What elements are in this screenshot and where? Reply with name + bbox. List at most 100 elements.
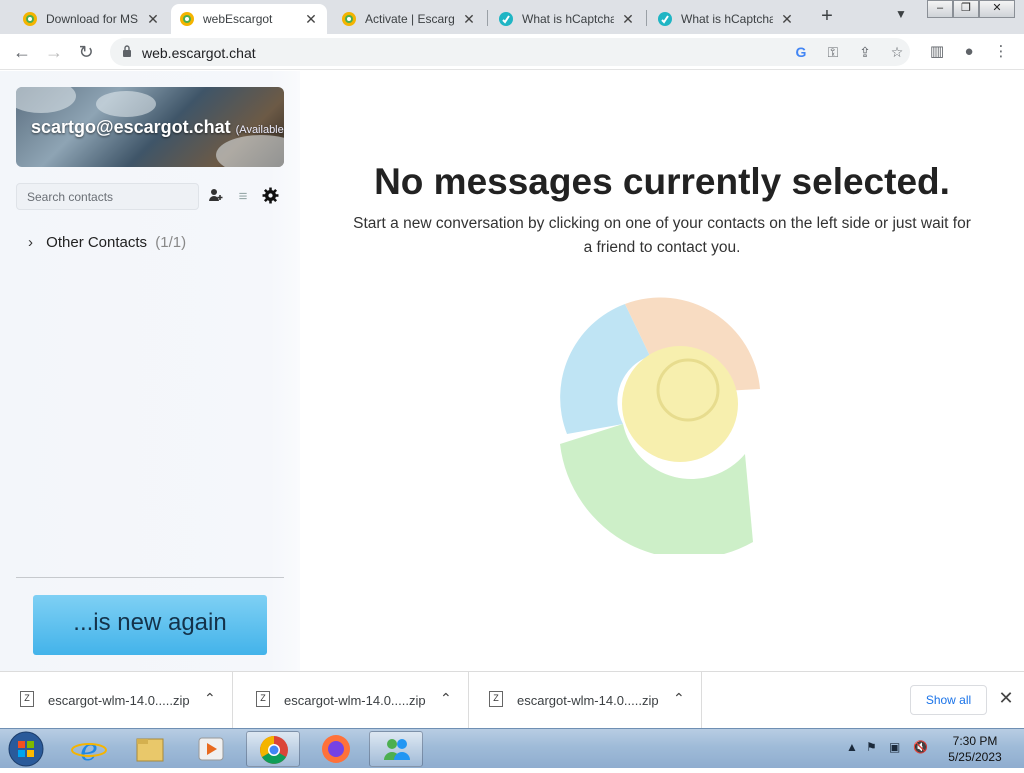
media-player-icon [198, 737, 224, 761]
promo-banner[interactable]: ...is new again [33, 595, 267, 655]
taskbar-messenger[interactable] [369, 731, 423, 767]
action-center-flag-icon[interactable]: ⚑ [866, 740, 877, 754]
tab-activate-escargot[interactable]: Activate | Escargot ✕ [333, 4, 485, 34]
tab-title: Download for MSN [46, 12, 139, 26]
close-icon[interactable]: ✕ [145, 11, 161, 28]
share-icon[interactable]: ⇪ [856, 43, 874, 61]
url-text: web.escargot.chat [142, 45, 256, 61]
download-filename: escargot-wlm-14.0.....zip [517, 693, 659, 708]
logo-segment-yellow [622, 346, 738, 462]
chevron-right-icon: › [28, 234, 33, 251]
chevron-up-icon[interactable]: ⌃ [204, 690, 216, 707]
start-button-icon[interactable] [6, 730, 46, 768]
profile-email: scartgo@escargot.chat (Available) [31, 117, 284, 138]
zip-file-icon: Z [489, 691, 503, 707]
contacts-search-row: ≡ [16, 183, 284, 211]
zip-file-icon: Z [20, 691, 34, 707]
cloud-decoration [216, 135, 284, 167]
restore-window-button[interactable]: ❐ [953, 0, 979, 18]
menu-kebab-icon[interactable]: ⋮ [991, 42, 1011, 62]
tab-separator [487, 10, 488, 26]
folder-icon [136, 738, 164, 762]
contact-group-other[interactable]: › Other Contacts (1/1) [28, 234, 186, 251]
add-contact-icon[interactable] [206, 187, 226, 207]
tab-search-chevron-icon[interactable]: ▼ [895, 7, 907, 21]
svg-text:e: e [80, 733, 98, 767]
internet-explorer-icon: e [71, 733, 107, 768]
cloud-decoration [96, 91, 156, 117]
download-item[interactable]: Z escargot-wlm-14.0.....zip ⌃ [236, 672, 469, 729]
volume-muted-icon[interactable]: 🔇 [913, 740, 928, 754]
windows-taskbar: e ▲ ⚑ ▣ 🔇 7:30 PM 5/25/2023 [0, 728, 1024, 768]
tab-hcaptcha-2[interactable]: What is hCaptcha ✕ [649, 4, 803, 34]
download-filename: escargot-wlm-14.0.....zip [284, 693, 426, 708]
messenger-buddies-icon [384, 739, 410, 760]
reload-icon[interactable]: ↻ [74, 40, 98, 64]
download-filename: escargot-wlm-14.0.....zip [48, 693, 190, 708]
group-name: Other Contacts [46, 234, 148, 251]
close-icon[interactable]: ✕ [779, 11, 795, 28]
escargot-icon [342, 12, 356, 26]
zip-file-icon: Z [256, 691, 270, 707]
close-icon[interactable]: ✕ [303, 11, 319, 28]
gear-glyph [262, 187, 278, 204]
sidebar-divider [16, 577, 284, 578]
bookmark-star-icon[interactable]: ☆ [888, 43, 906, 61]
web-page: scartgo@escargot.chat (Available) ≡ › Ot… [0, 71, 1024, 671]
tab-webescargot[interactable]: webEscargot ✕ [171, 4, 327, 34]
cloud-decoration [16, 87, 76, 113]
firefox-icon [322, 735, 350, 763]
show-all-downloads-button[interactable]: Show all [910, 685, 987, 715]
tab-title: What is hCaptcha [681, 12, 773, 26]
key-icon[interactable]: ⚿ [824, 43, 842, 61]
taskbar-firefox[interactable] [309, 731, 363, 767]
contacts-sidebar: scartgo@escargot.chat (Available) ≡ › Ot… [0, 71, 300, 671]
minimize-window-button[interactable]: – [927, 0, 953, 18]
taskbar-media-player[interactable] [184, 731, 238, 767]
tab-download-msn[interactable]: Download for MSN ✕ [14, 4, 169, 34]
close-downloads-icon[interactable]: ✕ [997, 688, 1015, 708]
taskbar-file-explorer[interactable] [123, 731, 177, 767]
close-icon[interactable]: ✕ [461, 11, 477, 28]
taskbar-chrome[interactable] [246, 731, 300, 767]
forward-arrow-icon[interactable]: → [42, 40, 66, 64]
profile-card[interactable]: scartgo@escargot.chat (Available) [16, 87, 284, 167]
escargot-icon [23, 12, 37, 26]
chevron-up-icon[interactable]: ⌃ [673, 690, 685, 707]
show-hidden-icons-chevron-icon[interactable]: ▲ [846, 740, 858, 754]
gear-icon[interactable] [260, 187, 280, 207]
tab-title: What is hCaptcha [522, 12, 614, 26]
add-contact-glyph [209, 189, 223, 201]
hcaptcha-icon [658, 12, 672, 26]
download-item[interactable]: Z escargot-wlm-14.0.....zip ⌃ [469, 672, 702, 729]
taskbar-internet-explorer[interactable]: e [62, 731, 116, 768]
page-title: No messages currently selected. [374, 161, 950, 202]
profile-email-text: scartgo@escargot.chat [31, 117, 231, 137]
side-panel-icon[interactable]: ▥ [927, 42, 947, 62]
close-icon[interactable]: ✕ [620, 11, 636, 28]
downloads-bar: Z escargot-wlm-14.0.....zip ⌃ Z escargot… [0, 671, 1024, 729]
google-translate-icon[interactable]: G [792, 43, 810, 61]
chevron-up-icon[interactable]: ⌃ [440, 690, 452, 707]
back-arrow-icon[interactable]: ← [10, 40, 34, 64]
escargot-icon [180, 12, 194, 26]
profile-avatar-icon[interactable]: ● [959, 42, 979, 62]
escargot-logo [560, 297, 760, 554]
chrome-icon [260, 736, 288, 764]
clock-date: 5/25/2023 [948, 750, 1002, 764]
close-window-button[interactable]: ✕ [979, 0, 1015, 18]
tab-hcaptcha-1[interactable]: What is hCaptcha ✕ [490, 4, 644, 34]
download-item[interactable]: Z escargot-wlm-14.0.....zip ⌃ [0, 672, 233, 729]
system-clock[interactable]: 7:30 PM 5/25/2023 [940, 733, 1010, 765]
lock-icon [123, 45, 131, 57]
list-view-icon[interactable]: ≡ [233, 187, 253, 207]
profile-status[interactable]: (Available) [236, 124, 284, 136]
new-tab-button[interactable]: + [815, 5, 839, 29]
search-contacts-input[interactable] [16, 183, 199, 210]
tab-separator [646, 10, 647, 26]
tab-title: Activate | Escargot [365, 12, 455, 26]
network-icon[interactable]: ▣ [889, 740, 900, 754]
hcaptcha-icon [499, 12, 513, 26]
clock-time: 7:30 PM [952, 734, 998, 748]
address-bar[interactable]: web.escargot.chat G ⚿ ⇪ ☆ [110, 38, 910, 66]
